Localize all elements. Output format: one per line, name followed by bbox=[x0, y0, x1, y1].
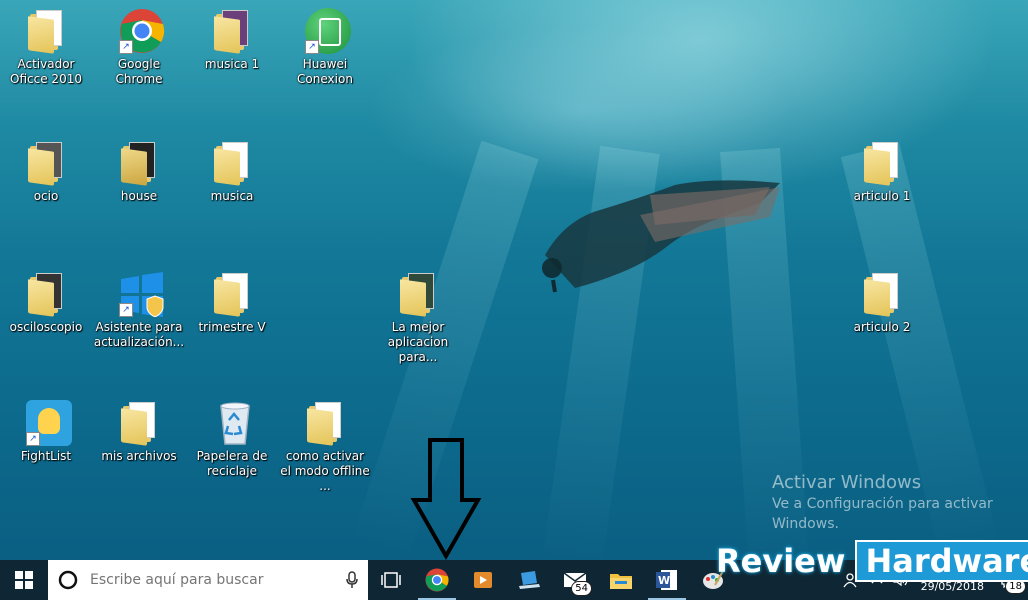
desktop-icon-label: Activador Oficce 2010 bbox=[10, 57, 82, 86]
desktop-icon-label: osciloscopio bbox=[9, 320, 83, 334]
desktop-icon-activador-office[interactable]: Activador Oficce 2010 bbox=[2, 8, 90, 87]
desktop-icon-label: house bbox=[120, 189, 158, 203]
taskbar-mail-button[interactable]: 54 bbox=[552, 560, 598, 600]
desktop-icon-label: musica bbox=[210, 189, 254, 203]
brand-review-text: Review bbox=[716, 542, 846, 580]
mail-badge: 54 bbox=[571, 581, 592, 596]
system-date: 29/05/2018 bbox=[920, 580, 984, 593]
desktop-icon-label: FightList bbox=[20, 449, 72, 463]
taskbar-file-explorer-button[interactable] bbox=[598, 560, 644, 600]
taskbar-laptop-button[interactable] bbox=[506, 560, 552, 600]
activation-watermark: Activar Windows Ve a Configuración para … bbox=[772, 472, 1002, 534]
down-arrow-annotation bbox=[410, 438, 482, 560]
desktop-icon-label: ocio bbox=[33, 189, 59, 203]
desktop-icon-la-mejor-aplicacion[interactable]: La mejor aplicacion para... bbox=[374, 271, 462, 365]
desktop-icon-asistente-actualizacion[interactable]: ↗ Asistente para actualización... bbox=[93, 271, 185, 350]
windows-update-icon: ↗ bbox=[119, 271, 164, 318]
desktop-icon-articulo-1[interactable]: articulo 1 bbox=[838, 140, 926, 204]
svg-text:W: W bbox=[658, 574, 670, 587]
folder-icon bbox=[212, 8, 252, 54]
folder-icon bbox=[26, 140, 66, 186]
microphone-icon[interactable] bbox=[346, 571, 358, 589]
review-hardware-logo: Review Hardware bbox=[716, 540, 1028, 582]
desktop-icon-fightlist[interactable]: ↗ FightList bbox=[2, 400, 90, 464]
folder-icon bbox=[862, 140, 902, 186]
chrome-icon bbox=[425, 568, 449, 592]
folder-icon bbox=[305, 400, 345, 446]
chrome-icon: ↗ bbox=[119, 8, 165, 54]
desktop-icon-house[interactable]: house bbox=[95, 140, 183, 204]
desktop-icon-label: Asistente para actualización... bbox=[93, 320, 185, 349]
brand-hardware-text: Hardware bbox=[855, 540, 1028, 582]
laptop-icon bbox=[519, 571, 540, 589]
taskbar-search-box[interactable] bbox=[48, 560, 368, 600]
desktop-icon-label: Huawei Conexion bbox=[297, 57, 353, 86]
search-input[interactable] bbox=[88, 571, 346, 589]
desktop-background: Activador Oficce 2010 ocio osciloscopio … bbox=[0, 0, 1028, 560]
fightlist-icon: ↗ bbox=[26, 400, 72, 446]
desktop-icon-label: La mejor aplicacion para... bbox=[387, 320, 449, 364]
desktop-icon-huawei-conexion[interactable]: ↗ Huawei Conexion bbox=[281, 8, 369, 87]
desktop-icon-label: como activar el modo offline ... bbox=[280, 449, 370, 493]
desktop-icon-papelera-reciclaje[interactable]: Papelera de reciclaje bbox=[188, 400, 276, 479]
watermark-subtitle: Ve a Configuración para activar Windows. bbox=[772, 496, 993, 532]
start-button[interactable] bbox=[0, 560, 48, 600]
folder-icon bbox=[212, 140, 252, 186]
desktop-icon-musica-1[interactable]: musica 1 bbox=[188, 8, 276, 72]
desktop-icon-label: Papelera de reciclaje bbox=[196, 449, 268, 478]
folder-icon bbox=[862, 271, 902, 317]
folder-icon bbox=[119, 400, 159, 446]
desktop-icon-mis-archivos[interactable]: mis archivos bbox=[95, 400, 183, 464]
desktop-icon-label: mis archivos bbox=[101, 449, 177, 463]
desktop-icon-label: articulo 1 bbox=[853, 189, 911, 203]
desktop-icon-modo-offline[interactable]: como activar el modo offline ... bbox=[280, 400, 370, 494]
desktop-icon-articulo-2[interactable]: articulo 2 bbox=[838, 271, 926, 335]
task-view-button[interactable] bbox=[368, 560, 414, 600]
desktop-icon-label: Google Chrome bbox=[115, 57, 163, 86]
desktop-icon-label: musica 1 bbox=[204, 57, 260, 71]
folder-icon bbox=[26, 271, 66, 317]
watermark-title: Activar Windows bbox=[772, 472, 922, 493]
desktop-icon-label: trimestre V bbox=[198, 320, 266, 334]
windows-logo-icon bbox=[15, 571, 33, 589]
recycle-bin-icon bbox=[212, 400, 252, 446]
folder-icon bbox=[398, 271, 438, 317]
media-player-icon bbox=[474, 572, 492, 588]
taskbar-chrome-button[interactable] bbox=[414, 560, 460, 600]
taskbar-word-button[interactable]: W bbox=[644, 560, 690, 600]
folder-icon bbox=[26, 8, 66, 54]
cortana-icon bbox=[58, 570, 78, 590]
word-icon: W bbox=[656, 570, 677, 590]
task-view-icon bbox=[381, 572, 401, 588]
taskbar-media-player-button[interactable] bbox=[460, 560, 506, 600]
folder-icon bbox=[212, 271, 252, 317]
desktop-icon-ocio[interactable]: ocio bbox=[2, 140, 90, 204]
desktop-icon-label: articulo 2 bbox=[853, 320, 911, 334]
desktop-icon-osciloscopio[interactable]: osciloscopio bbox=[2, 271, 90, 335]
desktop-icon-google-chrome[interactable]: ↗ Google Chrome bbox=[95, 8, 183, 87]
desktop-icon-trimestre-v[interactable]: trimestre V bbox=[188, 271, 276, 335]
huawei-icon: ↗ bbox=[305, 8, 351, 54]
file-explorer-icon bbox=[610, 574, 632, 589]
desktop-icon-musica[interactable]: musica bbox=[188, 140, 276, 204]
folder-icon bbox=[119, 140, 159, 186]
